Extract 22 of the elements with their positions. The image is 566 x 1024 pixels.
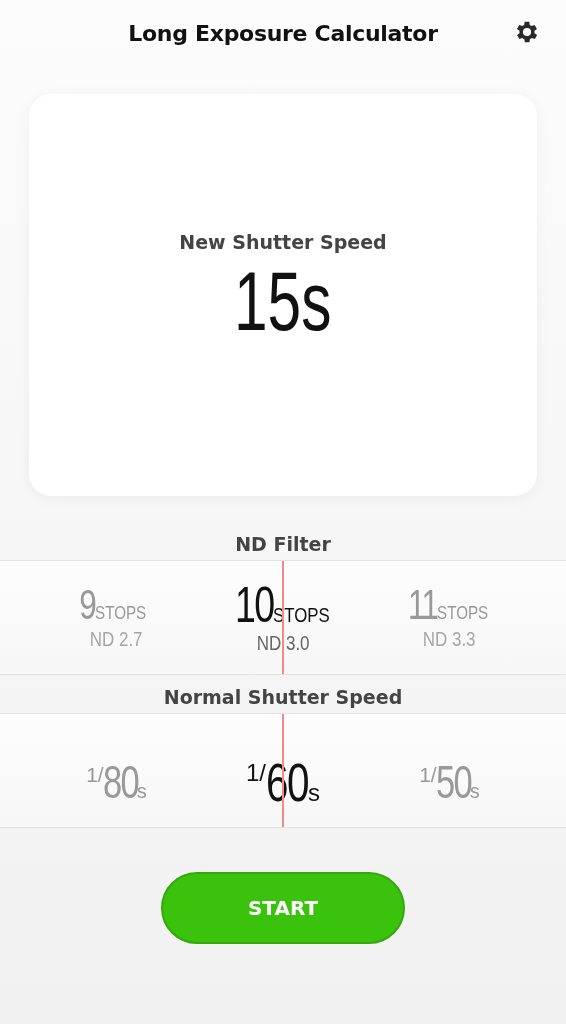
app-title: Long Exposure Calculator [128, 20, 438, 46]
speed-denominator: 80 [102, 758, 138, 805]
stops-unit: STOPS [95, 602, 147, 624]
shutter-speed-value: 15s [234, 259, 332, 343]
nd-value: ND 3.3 [423, 628, 476, 651]
fraction-prefix: 1/ [86, 762, 104, 787]
section-label: ND Filter [235, 532, 331, 557]
section-label: Normal Shutter Speed [163, 685, 403, 710]
nd-value: ND 2.7 [90, 628, 143, 651]
stops-unit: STOPS [273, 603, 331, 627]
speed-unit: s [308, 778, 321, 807]
start-button[interactable]: START [161, 872, 405, 944]
fraction-prefix: 1/ [419, 762, 437, 787]
stops-number: 10 [234, 580, 274, 630]
speed-denominator: 50 [435, 758, 471, 805]
stops-number: 9 [79, 584, 96, 626]
nd-value: ND 3.0 [256, 632, 310, 655]
fraction-prefix: 1/ [245, 758, 266, 786]
stops-number: 11 [407, 584, 438, 626]
stops-unit: STOPS [437, 602, 489, 624]
nd-filter-picker[interactable]: 9STOPS ND 2.7 10STOPS ND 3.0 11STOPS ND 3.3 [0, 560, 566, 675]
result-label: New Shutter Speed [179, 231, 387, 253]
